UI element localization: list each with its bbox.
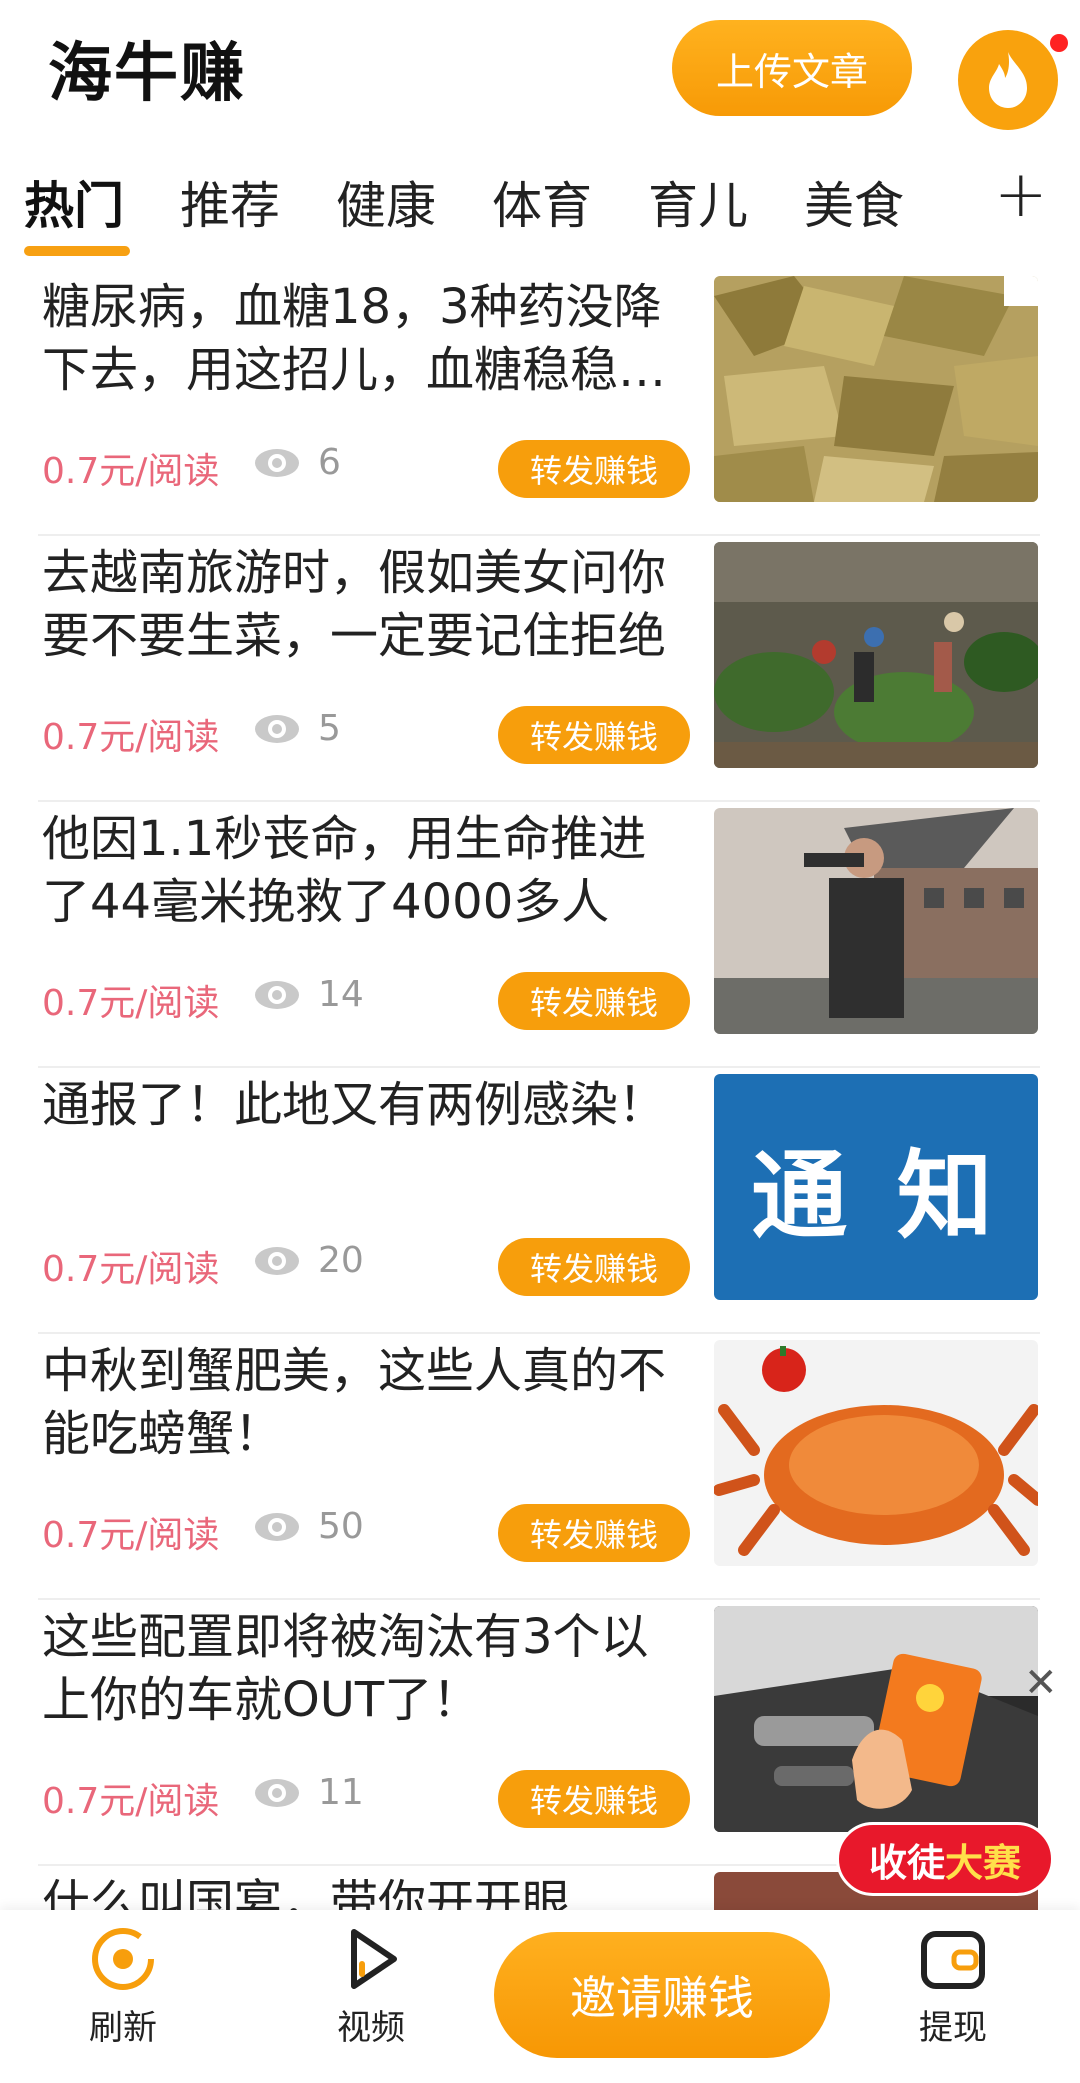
- view-count: 14: [318, 974, 364, 1015]
- article-thumbnail: [714, 808, 1038, 1034]
- eye-icon: [255, 1513, 299, 1541]
- article-item[interactable]: 去越南旅游时，假如美女问你要不要生菜，一定要记住拒绝 0.7元/阅读 5 转发赚…: [0, 536, 1080, 802]
- article-title: 这些配置即将被淘汰有3个以上你的车就OUT了！: [42, 1609, 649, 1728]
- invite-earn-button[interactable]: 邀请赚钱: [494, 1932, 830, 2058]
- price-per-read: 0.7元/阅读: [42, 983, 220, 1024]
- article-item[interactable]: 糖尿病，血糖18，3种药没降下去，用这招儿，血糖稳稳的降 0.7元/阅读 6 转…: [0, 270, 1080, 536]
- app-header: 海牛赚 上传文章: [0, 0, 1080, 140]
- tab-hot[interactable]: 热门: [24, 166, 124, 238]
- view-count: 11: [318, 1772, 364, 1813]
- article-item[interactable]: 他因1.1秒丧命，用生命推进了44毫米挽救了4000多人 0.7元/阅读 14 …: [0, 802, 1080, 1068]
- add-tab-button[interactable]: +: [994, 158, 1048, 232]
- nav-withdraw-label: 提现: [919, 2008, 987, 2048]
- price-per-read: 0.7元/阅读: [42, 717, 220, 758]
- nav-withdraw[interactable]: 提现: [878, 1924, 1028, 2049]
- nav-video-label: 视频: [337, 2008, 405, 2048]
- app-title: 海牛赚: [48, 37, 246, 111]
- apprentice-contest-badge[interactable]: 收徒 大赛: [836, 1822, 1054, 1896]
- price-per-read: 0.7元/阅读: [42, 1249, 220, 1290]
- nav-video[interactable]: 视频: [296, 1924, 446, 2049]
- article-item[interactable]: 中秋到蟹肥美，这些人真的不能吃螃蟹！ 0.7元/阅读 50 转发赚钱: [0, 1334, 1080, 1600]
- price-per-read: 0.7元/阅读: [42, 1515, 220, 1556]
- share-earn-button[interactable]: 转发赚钱: [498, 1770, 690, 1828]
- eye-icon: [255, 449, 299, 477]
- share-earn-button[interactable]: 转发赚钱: [498, 440, 690, 498]
- category-tabs: 热门 推荐 健康 体育 育儿 美食 +: [0, 150, 1080, 260]
- tab-sports[interactable]: 体育: [492, 166, 592, 238]
- eye-icon: [255, 1779, 299, 1807]
- nav-refresh[interactable]: 刷新: [48, 1924, 198, 2049]
- share-earn-button[interactable]: 转发赚钱: [498, 1238, 690, 1296]
- notification-dot: [1050, 34, 1068, 52]
- notice-text: 通 知: [751, 1139, 1001, 1252]
- badge-text-white: 收徒: [868, 1840, 945, 1885]
- view-count: 6: [318, 442, 341, 483]
- nav-refresh-label: 刷新: [89, 2008, 157, 2048]
- eye-icon: [255, 1247, 299, 1275]
- bottom-nav: 刷新 视频 邀请赚钱 提现: [0, 1910, 1080, 2083]
- view-count: 50: [318, 1506, 364, 1547]
- upload-article-button[interactable]: 上传文章: [672, 20, 912, 116]
- price-per-read: 0.7元/阅读: [42, 451, 220, 492]
- tab-parenting[interactable]: 育儿: [648, 166, 748, 238]
- article-title: 他因1.1秒丧命，用生命推进了44毫米挽救了4000多人: [42, 811, 647, 930]
- article-thumbnail: [714, 276, 1038, 502]
- view-count: 5: [318, 708, 341, 749]
- share-earn-button[interactable]: 转发赚钱: [498, 972, 690, 1030]
- video-play-icon: [351, 1929, 397, 1989]
- tab-food[interactable]: 美食: [804, 166, 904, 238]
- article-thumbnail: 通 知: [714, 1074, 1038, 1300]
- refresh-icon: [92, 1928, 154, 1990]
- badge-text-yellow: 大赛: [945, 1840, 1022, 1885]
- hot-fire-button[interactable]: [958, 30, 1058, 130]
- article-thumbnail: [714, 542, 1038, 768]
- share-earn-button[interactable]: 转发赚钱: [498, 706, 690, 764]
- eye-icon: [255, 981, 299, 1009]
- article-title: 中秋到蟹肥美，这些人真的不能吃螃蟹！: [42, 1343, 667, 1462]
- active-tab-indicator: [24, 246, 130, 256]
- share-earn-button[interactable]: 转发赚钱: [498, 1504, 690, 1562]
- article-title: 通报了！此地又有两例感染！: [42, 1077, 667, 1133]
- tab-recommend[interactable]: 推荐: [180, 166, 280, 238]
- view-count: 20: [318, 1240, 364, 1281]
- close-promo-icon[interactable]: ✕: [1024, 1660, 1058, 1706]
- article-thumbnail: [714, 1340, 1038, 1566]
- article-item[interactable]: 通报了！此地又有两例感染！ 0.7元/阅读 20 转发赚钱 通 知: [0, 1068, 1080, 1334]
- article-title: 糖尿病，血糖18，3种药没降下去，用这招儿，血糖稳稳的降: [42, 279, 667, 398]
- article-title: 去越南旅游时，假如美女问你要不要生菜，一定要记住拒绝: [42, 545, 667, 664]
- wallet-icon: [921, 1931, 985, 1989]
- tab-health[interactable]: 健康: [336, 166, 436, 238]
- eye-icon: [255, 715, 299, 743]
- fire-icon: [989, 52, 1027, 108]
- price-per-read: 0.7元/阅读: [42, 1781, 220, 1822]
- red-envelope-hand-icon[interactable]: [842, 1650, 992, 1820]
